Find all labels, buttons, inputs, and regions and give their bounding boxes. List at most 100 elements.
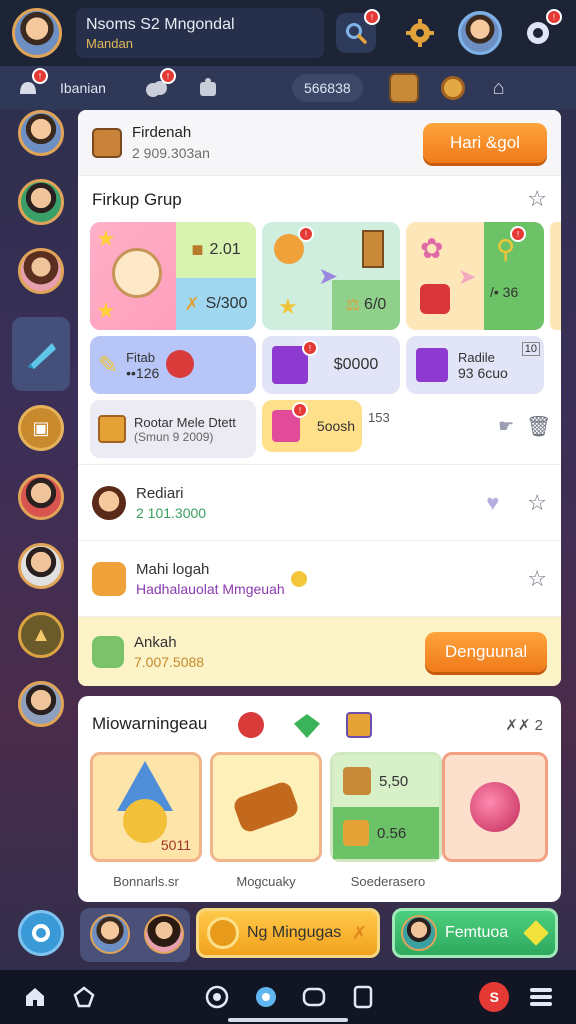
egg-icon [112,248,162,298]
gold-coin-icon [207,917,239,949]
rail-avatar-3[interactable] [18,248,64,294]
reward-card-chests[interactable]: 5,50 0.56 [330,752,442,862]
search-button[interactable]: ! [336,9,380,53]
rail-avatar-4[interactable] [18,474,64,520]
rail-avatar-5-face-icon [18,543,64,589]
rail-item-lamp[interactable]: ▲ [18,612,64,658]
coin-icon[interactable] [440,76,465,100]
radile-badge: 10 [521,342,540,356]
chat-nav-icon[interactable] [249,980,283,1014]
tile4-value: /• 36 [490,284,519,300]
gift-box-icon [92,127,122,158]
camera-nav-icon[interactable] [297,980,331,1014]
crate-icon [346,712,372,738]
rail-avatar-2-face-icon [18,179,64,225]
tile-box[interactable]: ! $0000 [262,336,400,394]
menu-orb-button[interactable] [18,910,64,956]
coin-nav-icon[interactable] [200,980,234,1014]
list-row-rediari[interactable]: Rediari 2 101.3000 ♥ ☆ [78,464,561,540]
sword-icon: ⚖ [345,297,361,314]
rail-avatar-6[interactable] [18,681,64,727]
reward-card-wizard[interactable]: 5011 [90,752,202,862]
profile-name: Nsoms S2 Mngondal [86,15,235,33]
tile-flower[interactable]: ✿ ➤ ⚲ ! /• 36 [406,222,544,330]
friend-avatar[interactable] [458,11,502,55]
action-avatar-2-face-icon [144,914,184,954]
treasure-chest-icon[interactable] [388,73,419,103]
player-avatar[interactable] [12,8,62,58]
badge-outline-icon[interactable] [67,980,101,1014]
top-row-value: 2 909.303an [132,145,210,161]
tile-radile[interactable]: Radile 93 6cuo 10 [406,336,544,394]
list-row-mahi[interactable]: Mahi logah Hadhalauolat Mmgeuah ☆ [78,540,561,616]
mahi-title: Mahi logah [136,560,210,578]
action-bar: Ng Mingugas ✗ Femtuoa [0,904,576,968]
close-x-icon[interactable]: ✗✗ [505,717,534,734]
reward-chest-top-value: 5,50 [379,772,409,790]
ankah-value: 7.007.5088 [134,653,205,670]
plant-icon [92,635,124,668]
radile-box-icon [416,348,448,382]
key-badge: ! [510,226,526,242]
top-bar: Nsoms S2 Mngondal Mandan ! ! [0,0,576,66]
rail-avatar-6-face-icon [18,681,64,727]
hari-gol-button[interactable]: Hari &gol [423,122,547,163]
gear-icon [406,19,434,47]
home-small-icon[interactable]: ⌂ [493,77,505,100]
bottom-nav-bar: S [0,970,576,1024]
counter-pill: 566838 [291,74,363,102]
profile-title-block[interactable]: Nsoms S2 Mngondal Mandan [76,8,324,58]
tile-box-value: $0000 [333,356,379,373]
action-avatar-2[interactable] [144,914,184,954]
home-icon[interactable] [18,980,52,1014]
group-star-icon[interactable]: ☆ [527,186,547,212]
list-row-ankah[interactable]: Ankah 7.007.5088 Denguunal [78,616,561,686]
tile-trade[interactable]: ! ➤ ★ ⚖ 6/0 [262,222,400,330]
bell-icon[interactable]: ! [14,68,48,102]
rail-selected-item[interactable] [12,317,70,391]
radile-value: 93 6cuo [458,364,508,381]
settings-button[interactable] [400,13,440,53]
puzzle-icon[interactable] [194,74,222,102]
lamp-icon: ▲ [31,623,51,646]
tab-label[interactable]: Ibanian [48,74,118,102]
cloud-icon[interactable]: ! [142,68,176,102]
tile-fitab[interactable]: ✎ Fitab ••126 [90,336,256,394]
reward-chest-bottom: 0.56 [333,807,439,859]
smile-icon [290,570,307,587]
denguunal-button[interactable]: Denguunal [425,631,547,672]
list-nav-icon[interactable] [524,980,558,1014]
rail-avatar-1-face-icon [18,110,64,156]
star-icon: ★ [96,226,116,251]
femtuoa-button[interactable]: Femtuoa [392,908,558,958]
reward-card-cannon[interactable] [210,752,322,862]
ng-mingugas-button[interactable]: Ng Mingugas ✗ [196,908,380,958]
heart-icon[interactable]: ♥ [486,490,499,516]
rail-avatar-5[interactable] [18,543,64,589]
tile-chest[interactable]: ! 5oosh [262,400,362,452]
rediari-star-icon[interactable]: ☆ [527,490,547,516]
tile-egg[interactable]: ★ ★ ■ 2.01 ✗ S/300 [90,222,256,330]
reward-chest-bottom-value: 0.56 [377,824,407,842]
friends-strip [80,908,190,962]
mahi-star-icon[interactable]: ☆ [527,566,547,592]
rail-avatar-1[interactable] [18,110,64,156]
home-indicator [228,1018,348,1022]
alert-nav-icon[interactable]: S [479,982,510,1012]
rail-shield-item[interactable]: ▣ [18,405,64,451]
trash-icon[interactable]: 🗑 [526,414,551,439]
fitab-label: Fitab [126,349,156,365]
phone-nav-icon[interactable] [346,980,380,1014]
ng-mingugas-label: Ng Mingugas [247,924,342,941]
panel-top-row: Firdenah 2 909.303an Hari &gol [78,110,561,176]
tile-rootar[interactable]: Rootar Mele Dtett (Smun 9 2009) [90,400,256,458]
fan-blade-icon [28,343,56,369]
reward-label-2: Mogcuaky [236,874,296,889]
reward-card-orb[interactable] [442,752,548,862]
hand-icon[interactable]: ☛ [498,416,514,437]
rail-avatar-2[interactable] [18,179,64,225]
chat-button[interactable]: ! [518,9,562,53]
plant-pot-icon [343,820,369,846]
brush-icon: ✎ [98,351,119,379]
action-avatar-1[interactable] [90,914,130,954]
